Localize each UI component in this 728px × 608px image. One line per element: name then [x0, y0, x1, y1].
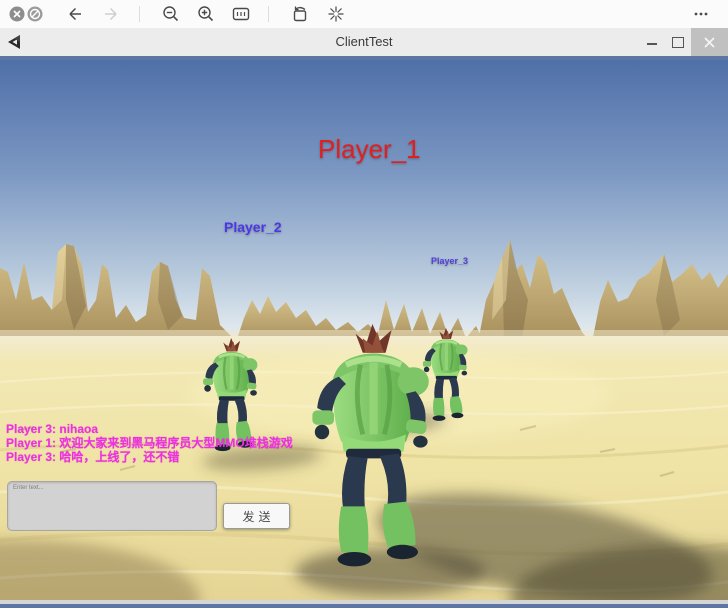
toolbar-divider	[268, 6, 269, 22]
viewer-toolbar	[0, 0, 728, 29]
close-icon	[704, 37, 715, 48]
player-1-label: Player_1	[318, 134, 421, 165]
close-button[interactable]	[691, 28, 728, 56]
chat-message: Player 3: 哈哈，上线了，还不错	[6, 450, 293, 464]
fit-view-icon[interactable]	[232, 5, 250, 23]
forward-arrow-icon[interactable]	[102, 5, 120, 23]
effects-wand-icon[interactable]	[327, 5, 345, 23]
maximize-button[interactable]	[666, 28, 690, 56]
rotate-icon[interactable]	[291, 5, 309, 23]
screenshot-root: ClientTest	[0, 0, 728, 608]
close-dot-icon[interactable]	[8, 5, 26, 23]
bottom-border-accent	[0, 604, 728, 608]
player-3-label: Player_3	[431, 256, 468, 266]
player-2-label: Player_2	[224, 219, 282, 235]
minimize-icon	[647, 43, 657, 45]
title-bar: ClientTest	[0, 28, 728, 56]
chat-message: Player 3: nihaoa	[6, 422, 293, 436]
more-options-icon[interactable]	[692, 5, 710, 23]
toolbar-divider	[139, 6, 140, 22]
block-dot-icon[interactable]	[26, 5, 44, 23]
chat-log: Player 3: nihaoa Player 1: 欢迎大家来到黑马程序员大型…	[6, 422, 293, 464]
chat-message: Player 1: 欢迎大家来到黑马程序员大型MMO堆栈游戏	[6, 436, 293, 450]
window-title: ClientTest	[0, 28, 728, 56]
minimize-button[interactable]	[640, 28, 664, 56]
maximize-icon	[672, 37, 684, 48]
chat-input[interactable]	[7, 481, 217, 531]
back-arrow-icon[interactable]	[66, 5, 84, 23]
zoom-in-icon[interactable]	[197, 5, 215, 23]
zoom-out-icon[interactable]	[162, 5, 180, 23]
send-button[interactable]: 发送	[223, 503, 290, 529]
